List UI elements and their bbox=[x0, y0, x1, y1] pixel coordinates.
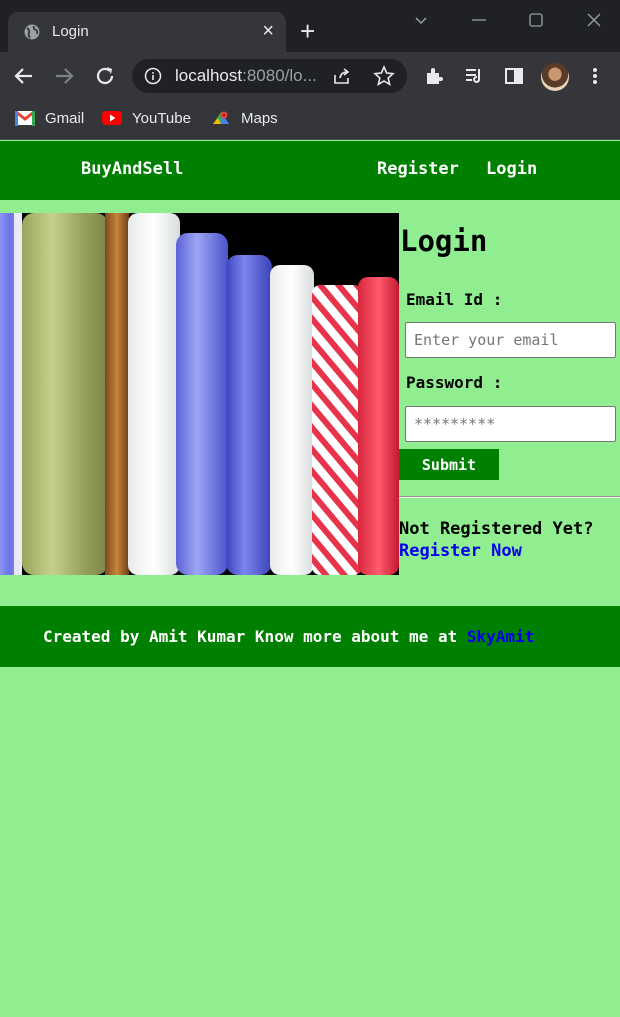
bookmarks-bar: Gmail YouTube Maps bbox=[0, 100, 620, 140]
book-spines-illustration bbox=[0, 213, 399, 575]
not-registered-text: Not Registered Yet? bbox=[399, 519, 594, 539]
new-tab-button[interactable]: + bbox=[300, 18, 315, 44]
email-field[interactable] bbox=[405, 322, 616, 358]
youtube-icon bbox=[102, 111, 122, 125]
bookmark-label: Maps bbox=[241, 109, 278, 127]
submit-button[interactable]: Submit bbox=[399, 449, 499, 480]
browser-toolbar: localhost:8080/lo... bbox=[0, 52, 620, 100]
tab-title: Login bbox=[52, 23, 89, 40]
forward-icon[interactable] bbox=[52, 64, 76, 88]
footer-skyamit-link[interactable]: SkyAmit bbox=[467, 627, 534, 646]
profile-avatar[interactable] bbox=[541, 63, 569, 91]
url-host: localhost bbox=[175, 66, 243, 85]
address-bar[interactable]: localhost:8080/lo... bbox=[132, 59, 407, 93]
reload-icon[interactable] bbox=[93, 64, 117, 88]
share-icon[interactable] bbox=[332, 66, 352, 86]
bookmark-label: Gmail bbox=[45, 109, 85, 127]
maximize-icon[interactable] bbox=[526, 10, 546, 30]
password-label: Password : bbox=[406, 373, 503, 392]
tab-close-button[interactable]: × bbox=[262, 21, 274, 41]
back-icon[interactable] bbox=[12, 64, 36, 88]
menu-kebab-icon[interactable] bbox=[584, 65, 606, 87]
register-now-link[interactable]: Register Now bbox=[399, 541, 522, 561]
url-path: :8080/lo... bbox=[242, 66, 317, 85]
browser-tabbar: Login × + bbox=[0, 0, 620, 52]
brand-logo[interactable]: BuyAndSell bbox=[81, 159, 183, 179]
maps-icon bbox=[213, 111, 229, 124]
globe-icon bbox=[24, 24, 40, 40]
nav-login-link[interactable]: Login bbox=[486, 159, 537, 179]
side-panel-icon[interactable] bbox=[503, 65, 525, 87]
email-label: Email Id : bbox=[406, 290, 503, 309]
bookmark-star-icon[interactable] bbox=[373, 65, 395, 87]
reading-list-icon[interactable] bbox=[463, 65, 485, 87]
footer-credit-text: Created by Amit Kumar Know more about me… bbox=[43, 627, 458, 646]
login-heading: Login bbox=[400, 224, 488, 258]
footer-credit: Created by Amit Kumar Know more about me… bbox=[43, 627, 534, 646]
books-hero-image bbox=[0, 213, 399, 575]
form-divider bbox=[399, 496, 620, 498]
tab-search-icon[interactable] bbox=[411, 10, 431, 30]
close-window-icon[interactable] bbox=[584, 10, 604, 30]
bookmark-youtube[interactable]: YouTube bbox=[102, 108, 191, 128]
password-field[interactable] bbox=[405, 406, 616, 442]
bookmark-label: YouTube bbox=[132, 109, 191, 127]
site-info-icon[interactable] bbox=[144, 67, 162, 85]
browser-tab[interactable]: Login × bbox=[8, 12, 286, 52]
url-text: localhost:8080/lo... bbox=[175, 66, 317, 86]
site-footer: Created by Amit Kumar Know more about me… bbox=[0, 606, 620, 667]
gmail-icon bbox=[15, 110, 35, 126]
bookmark-maps[interactable]: Maps bbox=[211, 108, 278, 128]
minimize-icon[interactable] bbox=[469, 10, 489, 30]
site-header: BuyAndSell Register Login bbox=[0, 141, 620, 200]
bookmark-gmail[interactable]: Gmail bbox=[15, 108, 84, 128]
nav-register-link[interactable]: Register bbox=[377, 159, 459, 179]
extensions-icon[interactable] bbox=[423, 65, 445, 87]
